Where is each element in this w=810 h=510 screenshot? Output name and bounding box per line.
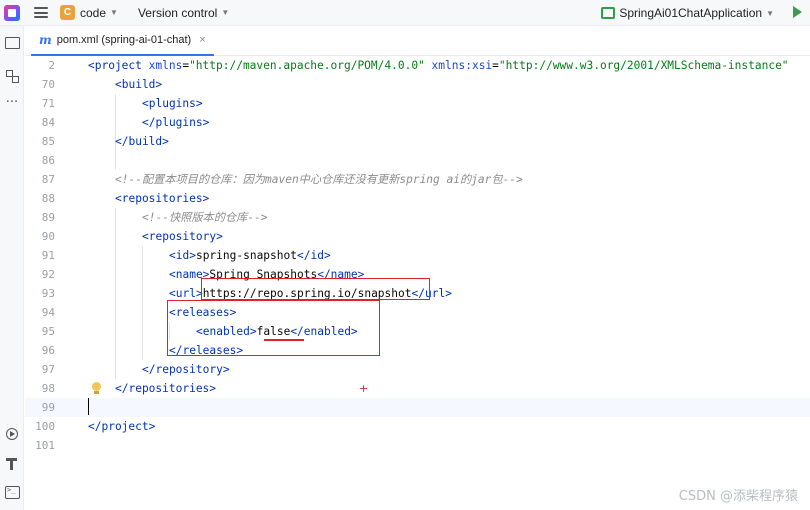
xml-tag: </build> [115,135,169,148]
services-icon[interactable] [4,426,20,442]
xml-tag: <repositories> [115,192,210,205]
line-number: 99 [41,401,55,414]
project-folder-icon[interactable] [4,34,20,50]
structure-icon[interactable] [4,68,20,84]
line-number: 70 [41,78,55,91]
line-number: 90 [41,230,55,243]
project-name[interactable]: code [80,6,106,20]
xml-tag: <project [88,59,142,72]
annotation-box-url [201,278,430,300]
chevron-down-icon[interactable]: ▼ [221,8,229,17]
line-number: 100 [35,420,55,433]
chevron-down-icon[interactable]: ▼ [110,8,118,17]
code-line[interactable]: 70 <build> [25,75,810,94]
line-number: 101 [35,439,55,452]
run-button-icon[interactable] [793,6,802,18]
xml-tag: </repositories> [115,382,217,395]
code-line[interactable]: 90 <repository> [25,227,810,246]
title-bar: C code ▼ Version control ▼ SpringAi01Cha… [0,0,810,26]
code-line-current[interactable]: 99 [25,398,810,417]
line-number: 85 [41,135,55,148]
code-line[interactable]: 91 <id>spring-snapshot</id> [25,246,810,265]
xml-text: spring-snapshot [195,249,297,262]
code-line[interactable]: 95 <enabled>false</enabled> [25,322,810,341]
lightbulb-icon[interactable] [92,382,101,394]
left-tool-strip: ··· [0,26,24,510]
line-number: 97 [41,363,55,376]
line-number: 91 [41,249,55,262]
run-configuration-selector[interactable]: SpringAi01ChatApplication ▼ [601,0,774,26]
line-number: 93 [41,287,55,300]
line-number: 87 [41,173,55,186]
code-line[interactable]: 87 <!--配置本项目的仓库：因为maven中心仓库还没有更新spring a… [25,170,810,189]
xml-attribute: xmlns:xsi [424,59,493,72]
ide-logo-icon[interactable] [4,4,20,21]
line-number: 89 [41,211,55,224]
line-number: 86 [41,154,55,167]
xml-attribute-value: "http://www.w3.org/2001/XMLSchema-instan… [498,59,789,72]
build-hammer-icon[interactable] [4,456,20,472]
code-line[interactable]: 2 <project xmlns = "http://maven.apache.or… [25,56,810,75]
line-number: 92 [41,268,55,281]
code-line[interactable]: 89 <!--快照版本的仓库--> [25,208,810,227]
line-number: 95 [41,325,55,338]
terminal-icon[interactable] [4,484,20,500]
code-line[interactable]: 84 </plugins> [25,113,810,132]
code-line[interactable]: 101 [25,436,810,455]
xml-tag: <build> [115,78,163,91]
xml-tag: </repository> [142,363,230,376]
run-configuration-name: SpringAi01ChatApplication [619,6,763,20]
project-badge-icon[interactable]: C [60,5,75,20]
xml-equals: = [492,59,499,72]
code-line[interactable]: 97 </repository> [25,360,810,379]
text-caret [88,398,89,415]
xml-tag: <plugins> [142,97,203,110]
xml-comment: <!--配置本项目的仓库：因为maven中心仓库还没有更新spring ai的j… [115,173,523,186]
code-line[interactable]: 100 </project> [25,417,810,436]
line-number: 2 [48,59,55,72]
main-menu-icon[interactable] [34,7,48,18]
xml-comment: <!--快照版本的仓库--> [142,211,268,224]
code-line[interactable]: 96 </releases> [25,341,810,360]
code-line[interactable]: 86 [25,151,810,170]
code-editor[interactable]: 2 <project xmlns = "http://maven.apache.or… [25,56,810,510]
watermark: CSDN @添柴程序猿 [678,489,798,504]
annotation-box-releases [167,300,380,356]
annotation-underline-false [264,339,304,341]
xml-tag: <id> [169,249,196,262]
line-number: 88 [41,192,55,205]
xml-tag: </plugins> [142,116,210,129]
line-number: 96 [41,344,55,357]
tab-pom-xml[interactable]: m pom.xml (spring-ai-01-chat) × [31,26,214,56]
close-icon[interactable]: × [199,34,205,46]
version-control-menu[interactable]: Version control [138,6,217,20]
xml-attribute: xmlns [141,59,183,72]
line-number: 84 [41,116,55,129]
xml-tag: </id> [297,249,331,262]
maven-file-icon: m [39,33,52,47]
line-number: 94 [41,306,55,319]
tab-label: pom.xml (spring-ai-01-chat) [56,34,192,46]
code-line[interactable]: 94 <releases> [25,303,810,322]
line-number: 98 [41,382,55,395]
xml-attribute-value: "http://maven.apache.org/POM/4.0.0" [189,59,425,72]
code-line[interactable]: 88 <repositories> [25,189,810,208]
code-line[interactable]: 98 </repositories> [25,379,810,398]
more-tools-icon[interactable]: ··· [4,96,20,114]
editor-tab-bar: m pom.xml (spring-ai-01-chat) × [25,26,810,56]
xml-tag: </project> [88,420,156,433]
xml-tag: <url> [169,287,203,300]
spring-boot-icon [601,7,616,19]
code-line[interactable]: 71 <plugins> [25,94,810,113]
line-number: 71 [41,97,55,110]
xml-tag: <repository> [142,230,223,243]
code-line[interactable]: 85 </build> [25,132,810,151]
chevron-down-icon: ▼ [766,8,774,18]
annotation-plus-mark: + [359,382,369,395]
